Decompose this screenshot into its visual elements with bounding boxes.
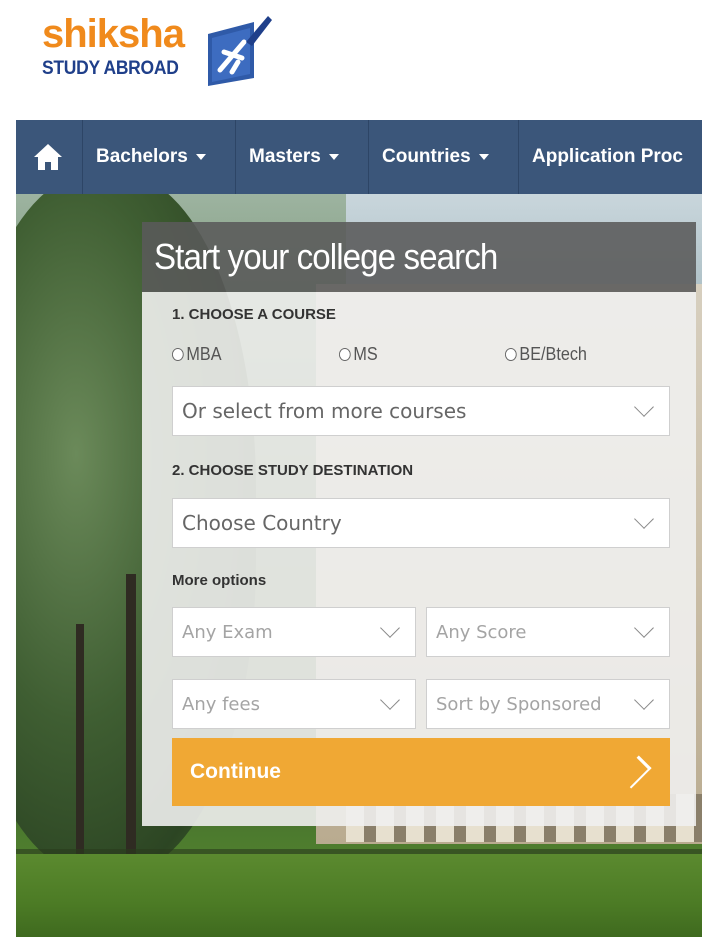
logo-subtitle: STUDY ABROAD (42, 58, 179, 79)
chevron-down-icon (634, 690, 654, 710)
hero-lawn (16, 854, 702, 937)
more-options-label: More options (172, 572, 267, 589)
hero-tree-trunk (76, 624, 84, 864)
course-radio-mba[interactable]: MBA (172, 344, 222, 365)
caret-down-icon (195, 154, 206, 160)
score-select-value: Any Score (436, 621, 527, 643)
country-select[interactable]: Choose Country (172, 498, 670, 548)
sort-select[interactable]: Sort by Sponsored (426, 679, 670, 729)
chevron-down-icon (380, 690, 400, 710)
chevron-down-icon (634, 509, 654, 529)
chevron-right-icon (618, 755, 652, 789)
chevron-down-icon (380, 618, 400, 638)
nav-countries-label: Countries (382, 146, 471, 167)
airplane-book-icon (208, 16, 272, 86)
country-select-value: Choose Country (182, 511, 342, 535)
fees-select[interactable]: Any fees (172, 679, 416, 729)
radio-circle-icon (505, 348, 517, 361)
search-panel-header: Start your college search (142, 222, 696, 292)
caret-down-icon (478, 154, 489, 160)
nav-masters[interactable]: Masters (249, 120, 339, 194)
nav-masters-label: Masters (249, 146, 321, 167)
nav-divider (235, 120, 236, 194)
search-panel-title: Start your college search (154, 236, 498, 277)
radio-circle-icon (172, 348, 184, 361)
course-radio-label: MBA (186, 344, 222, 364)
chevron-down-icon (634, 397, 654, 417)
course-radio-label: BE/Btech (519, 344, 587, 364)
nav-bachelors-label: Bachelors (96, 146, 188, 167)
nav-bachelors[interactable]: Bachelors (96, 120, 206, 194)
hero-tree-trunk (126, 574, 136, 864)
exam-select[interactable]: Any Exam (172, 607, 416, 657)
continue-button-label: Continue (190, 760, 281, 783)
chevron-down-icon (634, 618, 654, 638)
nav-divider (368, 120, 369, 194)
exam-select-value: Any Exam (182, 621, 273, 643)
home-icon (34, 144, 62, 170)
main-nav: Bachelors Masters Countries Application … (16, 120, 702, 194)
nav-divider (82, 120, 83, 194)
logo-wordmark: shiksha (42, 12, 185, 56)
sort-select-value: Sort by Sponsored (436, 693, 602, 715)
shiksha-logo[interactable]: shiksha STUDY ABROAD (42, 6, 282, 90)
course-radio-ms[interactable]: MS (339, 344, 378, 365)
nav-application-label: Application Proc (532, 146, 683, 167)
score-select[interactable]: Any Score (426, 607, 670, 657)
step-1-label: 1. CHOOSE A COURSE (172, 306, 336, 323)
nav-home[interactable] (16, 120, 82, 194)
nav-countries[interactable]: Countries (382, 120, 489, 194)
step-2-label: 2. CHOOSE STUDY DESTINATION (172, 462, 414, 479)
radio-circle-icon (339, 348, 351, 361)
course-radio-label: MS (353, 344, 378, 364)
more-courses-select[interactable]: Or select from more courses (172, 386, 670, 436)
course-radio-be-btech[interactable]: BE/Btech (505, 344, 587, 365)
more-courses-select-value: Or select from more courses (182, 399, 467, 423)
continue-button[interactable]: Continue (172, 738, 670, 806)
nav-application-process[interactable]: Application Proc (532, 120, 683, 194)
caret-down-icon (328, 154, 339, 160)
nav-divider (518, 120, 519, 194)
fees-select-value: Any fees (182, 693, 260, 715)
